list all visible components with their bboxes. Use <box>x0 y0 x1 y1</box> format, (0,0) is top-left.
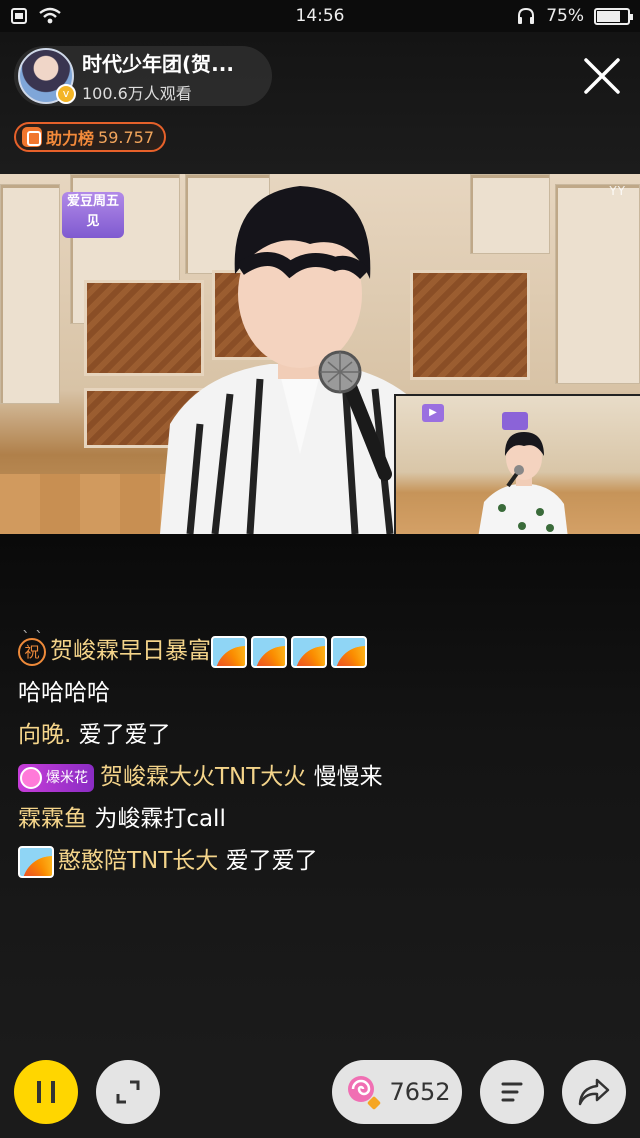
picture-in-picture-video[interactable]: ▶ <box>394 394 640 534</box>
pip-logo: ▶ <box>422 404 444 422</box>
chat-username[interactable]: 贺峻霖大火TNT大火 <box>100 764 306 790</box>
popcorn-badge-label: 爆米花 <box>46 769 88 786</box>
chat-list[interactable]: 祝贺峻霖早日暴富 哈哈哈哈 向晚. 爱了爱了 爆米花 贺峻霖大火TNT大火 慢慢来… <box>18 630 438 882</box>
battery-icon <box>594 7 633 25</box>
wall-panel <box>0 184 60 404</box>
chat-message: 向晚. 爱了爱了 <box>18 714 438 756</box>
chat-message: 爆米花 贺峻霖大火TNT大火 慢慢来 <box>18 756 438 798</box>
rainbow-emoji-icon <box>331 635 367 668</box>
chat-message: 祝贺峻霖早日暴富 <box>18 630 438 672</box>
fullscreen-button[interactable] <box>96 1060 160 1124</box>
wish-badge-icon: 祝 <box>18 637 46 666</box>
rainbow-emoji-icon <box>211 635 247 668</box>
chat-message: 哈哈哈哈 <box>18 672 438 714</box>
pause-button[interactable] <box>14 1060 78 1124</box>
chat-text: 爱了爱了 <box>225 848 318 874</box>
heart-icon <box>20 766 42 789</box>
chat-text: 哈哈哈哈 <box>18 680 110 706</box>
wall-panel <box>555 184 640 384</box>
expand-icon <box>116 1080 140 1104</box>
verified-badge-icon: v <box>56 84 76 104</box>
chat-username[interactable]: 霖霖鱼 <box>18 806 87 832</box>
chat-username[interactable]: 贺峻霖早日暴富 <box>50 638 211 664</box>
pause-icon <box>37 1081 55 1103</box>
battery-percent: 75% <box>546 6 584 26</box>
chat-text: 为峻霖打call <box>94 806 226 832</box>
rainbow-emoji-icon <box>291 635 327 668</box>
lollipop-icon <box>348 1076 381 1110</box>
rainbow-emoji-icon <box>251 635 287 668</box>
bottom-toolbar: 7652 <box>0 1054 640 1138</box>
pip-performer <box>478 432 568 534</box>
share-button[interactable] <box>562 1060 626 1124</box>
boost-icon <box>22 127 42 147</box>
chat-message: 憨憨陪TNT长大 爱了爱了 <box>18 840 438 882</box>
chat-text: 慢慢来 <box>313 764 383 790</box>
chat-username[interactable]: 憨憨陪TNT长大 <box>58 848 218 874</box>
live-header: v 时代少年团(贺... 100.6万人观看 助力榜 59.757 <box>0 32 640 174</box>
avatar[interactable]: v <box>18 48 76 104</box>
host-name: 时代少年团(贺... <box>82 52 234 76</box>
chat-username[interactable]: 向晚. <box>18 722 71 748</box>
headphones-icon <box>518 7 535 24</box>
gift-button[interactable]: 7652 <box>332 1060 462 1124</box>
show-logo: 爱豆周五见 <box>62 192 124 238</box>
watermark: YY <box>609 184 626 198</box>
close-icon[interactable] <box>582 56 622 96</box>
status-icons-left <box>10 7 62 25</box>
wall-panel <box>470 174 550 254</box>
boost-label: 助力榜 <box>46 129 95 148</box>
menu-button[interactable] <box>480 1060 544 1124</box>
chat-text: 爱了爱了 <box>78 722 171 748</box>
boost-value: 59.757 <box>98 127 154 147</box>
live-video[interactable]: 爱豆周五见 YY ▶ <box>0 174 640 534</box>
notification-icon <box>11 8 27 24</box>
status-icons-right: 75% <box>516 6 633 26</box>
viewer-count: 100.6万人观看 <box>82 84 192 103</box>
gift-count: 7652 <box>389 1078 451 1106</box>
popcorn-badge: 爆米花 <box>18 763 94 792</box>
share-icon <box>578 1078 610 1106</box>
wifi-icon <box>39 7 61 24</box>
boost-ranking-button[interactable]: 助力榜 59.757 <box>14 122 166 152</box>
menu-icon <box>501 1082 523 1102</box>
host-card[interactable]: v 时代少年团(贺... 100.6万人观看 <box>14 46 272 106</box>
chat-message: 霖霖鱼 为峻霖打call <box>18 798 438 840</box>
rainbow-emoji-icon <box>18 845 54 878</box>
battery-level <box>597 10 620 22</box>
chat-panel[interactable]: ` ` 祝贺峻霖早日暴富 哈哈哈哈 向晚. 爱了爱了 爆米花 贺峻霖大火TNT大火… <box>0 534 640 1054</box>
status-bar: 14:56 75% <box>0 0 640 32</box>
